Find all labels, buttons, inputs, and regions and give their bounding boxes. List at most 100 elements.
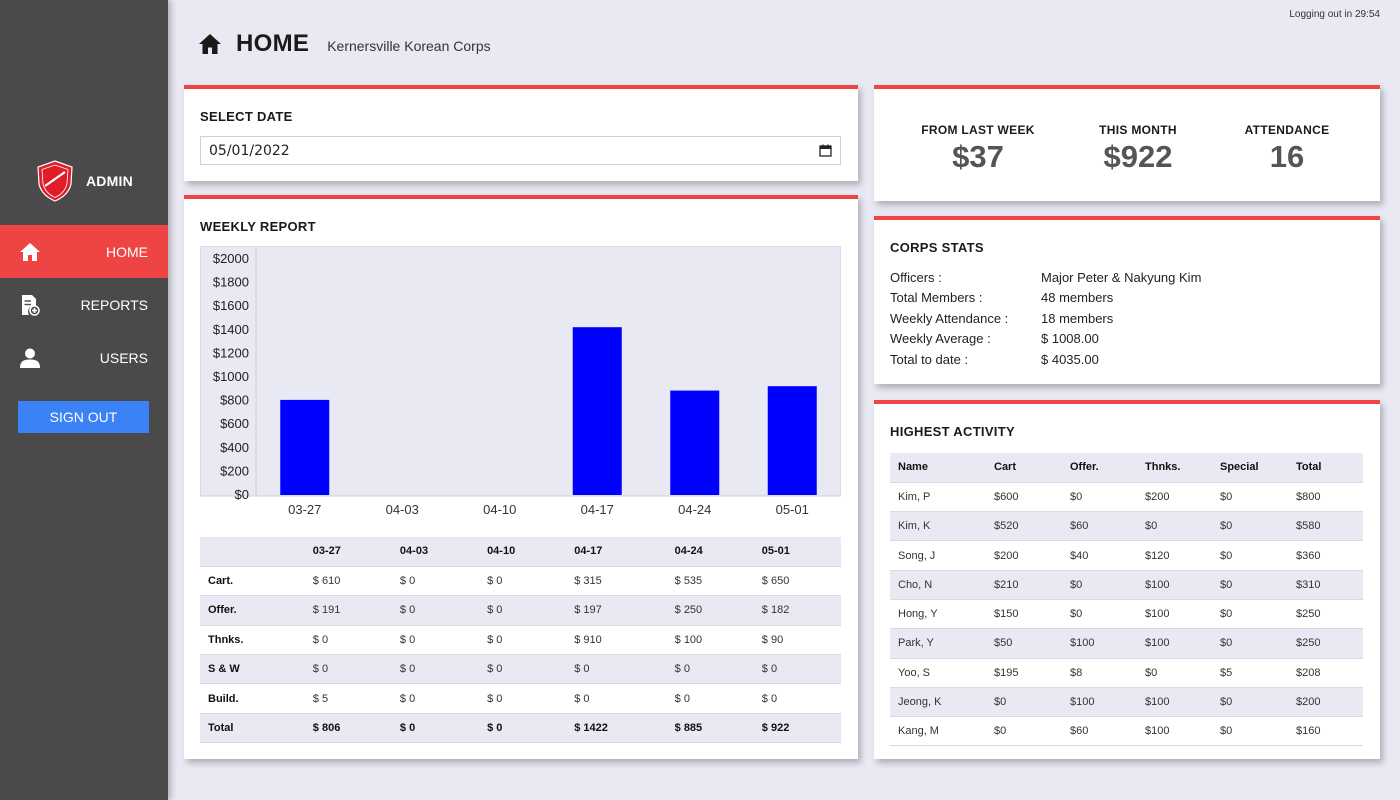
table-cell: $50 <box>986 628 1062 659</box>
x-tick-label: 04-03 <box>386 502 419 517</box>
table-cell: $ 922 <box>753 713 841 744</box>
table-header: Name <box>890 453 986 483</box>
table-cell: $210 <box>986 570 1062 600</box>
table-cell: $600 <box>986 482 1062 513</box>
table-cell: $ 0 <box>479 625 567 656</box>
stat-label: THIS MONTH <box>1099 123 1177 137</box>
stat-value: $922 <box>1103 139 1173 174</box>
table-cell: $ 0 <box>391 713 480 744</box>
table-cell: $ 0 <box>753 683 841 714</box>
table-cell: $ 0 <box>566 683 667 714</box>
table-cell: $195 <box>986 658 1062 688</box>
row-label: Total <box>200 713 305 744</box>
stat-value: $37 <box>952 139 1004 174</box>
table-cell: $580 <box>1288 511 1363 542</box>
row-label: Thnks. <box>200 625 305 656</box>
table-cell: $360 <box>1288 540 1363 571</box>
stat-value: 16 <box>1269 139 1305 174</box>
y-tick-label: $400 <box>220 440 249 455</box>
card-title: SELECT DATE <box>200 109 293 124</box>
table-cell: $120 <box>1137 540 1212 571</box>
table-cell: $ 5 <box>304 683 392 714</box>
corps-stats-card: CORPS STATS Officers : Major Peter & Nak… <box>874 216 1380 384</box>
table-cell: $ 1422 <box>566 713 667 744</box>
table-cell: $ 0 <box>391 566 480 597</box>
date-input[interactable]: 05/01/2022 <box>200 136 841 165</box>
table-cell: $ 0 <box>666 683 754 714</box>
x-tick-label: 03-27 <box>288 502 321 517</box>
card-title: WEEKLY REPORT <box>200 219 316 234</box>
table-header: 03-27 <box>304 537 392 567</box>
stat-attendance: ATTENDANCE 16 <box>1212 123 1362 175</box>
table-cell: $ 0 <box>391 683 480 714</box>
table-row: Thnks. $ 0 $ 0 $ 0 $ 910 $ 100 $ 90 <box>200 625 841 656</box>
table-cell: $ 0 <box>304 625 392 656</box>
table-cell: $310 <box>1288 570 1363 600</box>
table-header: 04-10 <box>479 537 567 567</box>
table-cell: $100 <box>1137 716 1212 747</box>
table-cell: $0 <box>1212 511 1288 542</box>
table-cell: $ 885 <box>666 713 754 744</box>
table-header: Offer. <box>1062 453 1137 483</box>
y-tick-label: $1600 <box>213 298 249 313</box>
card-title: HIGHEST ACTIVITY <box>890 424 1015 439</box>
sidebar-item-reports[interactable]: REPORTS <box>0 278 168 331</box>
summary-card: FROM LAST WEEK $37 THIS MONTH $922 ATTEN… <box>874 85 1380 201</box>
table-row-total: Total $ 806 $ 0 $ 0 $ 1422 $ 885 $ 922 <box>200 713 841 744</box>
user-icon <box>18 346 42 370</box>
table-header-row: Name Cart Offer. Thnks. Special Total <box>890 453 1363 483</box>
table-cell: $0 <box>1062 599 1137 630</box>
calendar-icon[interactable] <box>819 144 832 157</box>
table-cell: $5 <box>1212 658 1288 688</box>
table-cell: Park, Y <box>890 628 986 659</box>
table-cell: $250 <box>1288 599 1363 630</box>
table-cell: $160 <box>1288 716 1363 747</box>
highest-activity-card: HIGHEST ACTIVITY Name Cart Offer. Thnks.… <box>874 400 1380 759</box>
table-cell: $ 100 <box>666 625 754 656</box>
stat-key: Weekly Attendance : <box>890 310 1009 326</box>
table-row: Offer. $ 191 $ 0 $ 0 $ 197 $ 250 $ 182 <box>200 595 841 626</box>
table-cell: $ 182 <box>753 595 841 626</box>
list-item: Weekly Average : $ 1008.00 <box>890 329 1364 350</box>
y-tick-label: $2000 <box>213 251 249 266</box>
sign-out-button[interactable]: SIGN OUT <box>18 401 149 433</box>
sidebar-item-label: REPORTS <box>80 296 148 313</box>
chart-bar <box>767 386 817 495</box>
table-cell: Song, J <box>890 540 986 571</box>
row-label: S & W <box>200 654 305 685</box>
table-cell: $ 0 <box>479 566 567 597</box>
salvation-army-shield-icon <box>37 160 73 202</box>
table-cell: $0 <box>1212 540 1288 571</box>
table-cell: Kang, M <box>890 716 986 747</box>
stat-key: Weekly Average : <box>890 331 991 347</box>
sidebar-item-users[interactable]: USERS <box>0 331 168 384</box>
sidebar-item-home[interactable]: HOME <box>0 225 168 278</box>
stat-key: Officers : <box>890 269 942 285</box>
brand: ADMIN <box>36 160 133 202</box>
row-label: Offer. <box>200 595 305 626</box>
table-header: 04-03 <box>391 537 480 567</box>
weekly-report-table: 03-27 04-03 04-10 04-17 04-24 05-01 Cart… <box>200 537 841 744</box>
row-label: Build. <box>200 683 305 714</box>
table-cell: $ 250 <box>666 595 754 626</box>
table-cell: $60 <box>1062 511 1137 542</box>
table-cell: $ 0 <box>479 595 567 626</box>
sidebar-item-label: HOME <box>106 243 148 260</box>
highest-activity-table: Name Cart Offer. Thnks. Special Total Ki… <box>890 453 1363 747</box>
y-tick-label: $800 <box>220 393 249 408</box>
page-title: HOME <box>236 30 310 57</box>
stat-label: FROM LAST WEEK <box>921 123 1035 137</box>
table-cell: $0 <box>986 716 1062 747</box>
stat-label: ATTENDANCE <box>1244 123 1330 137</box>
x-tick-label: 05-01 <box>776 502 809 517</box>
y-tick-label: $1800 <box>213 275 249 290</box>
table-cell: $0 <box>1062 570 1137 600</box>
row-label: Cart. <box>200 566 305 597</box>
table-cell: $208 <box>1288 658 1363 688</box>
sidebar-item-label: USERS <box>99 349 148 366</box>
stat-value: Major Peter & Nakyung Kim <box>1041 269 1202 285</box>
table-cell: $0 <box>1212 628 1288 659</box>
table-cell: $200 <box>1137 482 1212 513</box>
table-cell: $ 0 <box>391 654 480 685</box>
table-cell: $ 0 <box>479 713 567 744</box>
